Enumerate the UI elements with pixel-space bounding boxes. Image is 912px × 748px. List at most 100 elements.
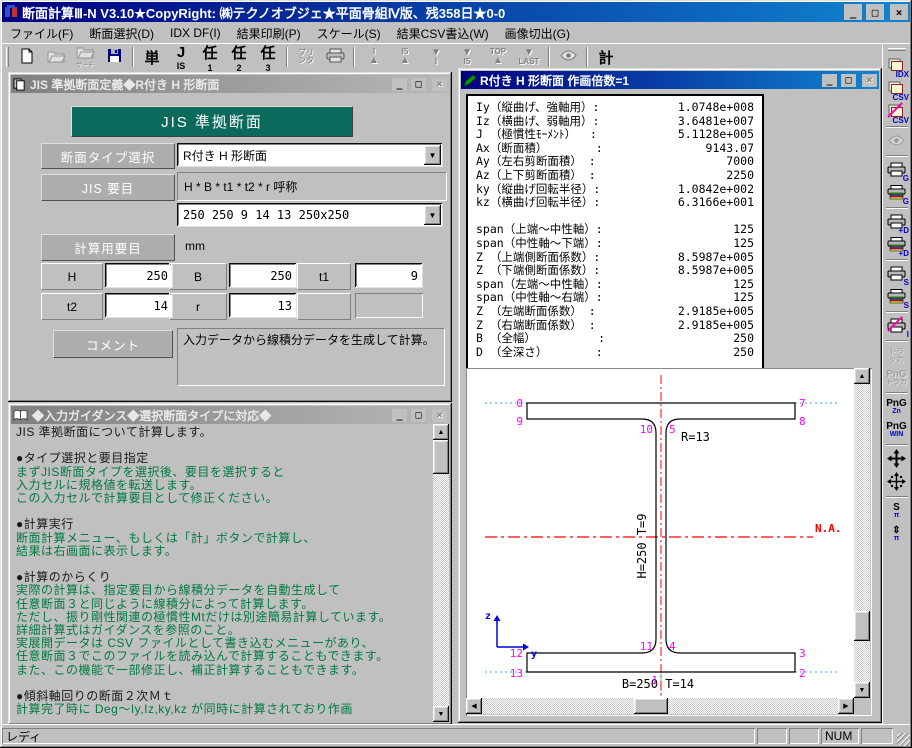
scale-s-button[interactable]: Sπ: [884, 500, 909, 523]
guidance-scroll-thumb[interactable]: [433, 440, 449, 474]
jis-section-button[interactable]: J IS: [167, 44, 195, 71]
point-label-13: 13: [510, 667, 523, 680]
free-section2-button[interactable]: 任2: [225, 45, 253, 73]
field-input-empty[interactable]: [355, 293, 423, 318]
section-minimize-button[interactable]: _: [392, 77, 407, 91]
free-section3-button[interactable]: 任3: [254, 45, 282, 73]
idx-folder-button[interactable]: IDX: [884, 55, 909, 79]
axis-y-label: y: [531, 649, 537, 660]
comment-label: コメント: [53, 330, 173, 358]
status-panel-1: [757, 728, 787, 744]
result-name: Ay（左右剪断面積） :: [476, 154, 596, 169]
axis-z-label: z: [485, 611, 491, 622]
printer-setup-button: プリンタ: [292, 46, 320, 68]
menu-item-1[interactable]: 断面選択(D): [81, 23, 162, 44]
point-label-1: 1: [651, 674, 658, 687]
field-input-H[interactable]: 250: [105, 263, 173, 288]
resize-grip[interactable]: [897, 733, 910, 746]
calc-button[interactable]: 計: [592, 46, 620, 68]
menu-item-6[interactable]: 画像切出(G): [497, 23, 578, 44]
print-color-d-button[interactable]: +D: [884, 234, 909, 258]
guidance-minimize-button[interactable]: _: [392, 408, 407, 422]
field-input-t2[interactable]: 14: [105, 293, 173, 318]
unit-label: mm: [185, 239, 205, 253]
menu-item-4[interactable]: スケール(S): [309, 23, 389, 44]
result-maximize-button[interactable]: □: [841, 73, 856, 87]
status-panel-3: [861, 728, 893, 744]
nav-label: I5: [463, 57, 471, 66]
type-select-dropdown-icon[interactable]: ▼: [424, 145, 441, 165]
rail-icon-letter: S: [903, 301, 909, 310]
jis-item-combo[interactable]: 250 250 9 14 13 250x250 ▼: [177, 203, 443, 227]
nav-label: I: [434, 57, 438, 66]
field-input-t1[interactable]: 9: [355, 263, 423, 288]
section-maximize-button[interactable]: □: [411, 77, 426, 91]
rail-button-label: ⇕ π: [892, 525, 900, 543]
jis-item-dropdown-icon[interactable]: ▼: [424, 205, 441, 225]
nav-i5-up-button: I5 ▲: [390, 46, 420, 68]
result-line: Z （上端側断面係数）: 8.5987e+005: [476, 250, 754, 265]
guidance-line: 任意断面３でこのファイルを読み込んで計算することもできます。: [16, 649, 389, 664]
maximize-button[interactable]: □: [866, 4, 884, 20]
print-i-cancel-button[interactable]: I: [884, 315, 909, 339]
rail-grip: [888, 48, 906, 51]
guidance-scrollbar[interactable]: ▲ ▼: [433, 424, 449, 722]
scrollbar-corner: [854, 698, 870, 714]
drawing-hscroll-thumb[interactable]: [634, 698, 668, 714]
comment-box[interactable]: 入力データから線積分データを生成して計算。: [177, 328, 445, 386]
drawing-vscroll-thumb[interactable]: [854, 611, 870, 641]
csv-cancel-button[interactable]: CSV: [884, 101, 909, 125]
guidance-maximize-button[interactable]: □: [411, 408, 426, 422]
section-close-button: ×: [432, 77, 447, 91]
new-button[interactable]: [13, 46, 41, 68]
csv-write-button[interactable]: CSV: [884, 78, 909, 102]
app-titlebar: 断面計算Ⅲ-N V3.10★CopyRight: ㈱テクノオブジェ★平面骨組Ⅳ版…: [2, 2, 910, 22]
guidance-line: ●計算実行: [16, 517, 74, 532]
app-icon: [4, 5, 18, 19]
scroll-down-icon[interactable]: ▼: [433, 706, 449, 722]
close-button[interactable]: ×: [890, 4, 908, 20]
scroll-down-icon[interactable]: ▼: [854, 682, 870, 698]
scroll-left-icon[interactable]: ◀: [466, 698, 482, 714]
type-select-combo[interactable]: R付き H 形断面 ▼: [177, 143, 443, 167]
save-button[interactable]: [100, 46, 128, 68]
result-minimize-button[interactable]: _: [822, 73, 837, 87]
menu-item-2[interactable]: IDX DF(I): [162, 24, 229, 42]
guidance-line: [16, 505, 430, 518]
menu-item-0[interactable]: ファイル(F): [2, 23, 81, 44]
center-button[interactable]: [884, 471, 909, 494]
print-s-button[interactable]: S: [884, 263, 909, 287]
result-value: 6.3166e+001: [677, 195, 754, 210]
field-input-B[interactable]: 250: [229, 263, 297, 288]
toolbar-button-label: 任: [231, 44, 247, 62]
scroll-up-icon[interactable]: ▲: [854, 368, 870, 384]
drawing-hscrollbar[interactable]: ◀ ▶: [466, 698, 854, 714]
print-d-button[interactable]: +D: [884, 211, 909, 235]
scale-v-button[interactable]: ⇕ π: [884, 523, 909, 546]
scroll-up-icon[interactable]: ▲: [433, 424, 449, 440]
single-section-button[interactable]: 単: [138, 46, 166, 68]
section-window-title: JIS 準拠断面定義◆R付き H 形断面: [30, 77, 220, 92]
result-close-button: ×: [862, 73, 877, 87]
free-section1-button[interactable]: 任1: [196, 45, 224, 73]
drawing-vscrollbar[interactable]: ▲ ▼: [854, 368, 870, 698]
png-win-button[interactable]: PnG WIN: [884, 419, 909, 442]
print-color-g-button[interactable]: G: [884, 182, 909, 206]
result-name: Iz（横曲げ、弱軸用）:: [476, 113, 600, 128]
print-color-s-button[interactable]: S: [884, 286, 909, 310]
field-input-r[interactable]: 13: [229, 293, 297, 318]
minimize-button[interactable]: _: [844, 4, 862, 20]
pan-button[interactable]: [884, 448, 909, 471]
print-g-button[interactable]: G: [884, 159, 909, 183]
field-label-t1: t1: [297, 263, 351, 290]
flange-dimension-label: B=250 T=14: [622, 677, 694, 691]
app-window: 断面計算Ⅲ-N V3.10★CopyRight: ㈱テクノオブジェ★平面骨組Ⅳ版…: [0, 0, 912, 748]
menu-item-5[interactable]: 結果CSV書込(W): [389, 23, 497, 44]
toolbar-button-label: 単: [144, 49, 160, 67]
type-select-value: R付き H 形断面: [183, 148, 268, 163]
png-zn-button[interactable]: PnG Zn: [884, 396, 909, 419]
drawing-area: N.A. R=13 H=250 T=9 B=250 T=14 z y 0 7 9 8 1…: [466, 368, 872, 716]
eye-icon: [560, 50, 577, 64]
menu-item-3[interactable]: 結果印刷(P): [229, 23, 309, 44]
scroll-right-icon[interactable]: ▶: [838, 698, 854, 714]
